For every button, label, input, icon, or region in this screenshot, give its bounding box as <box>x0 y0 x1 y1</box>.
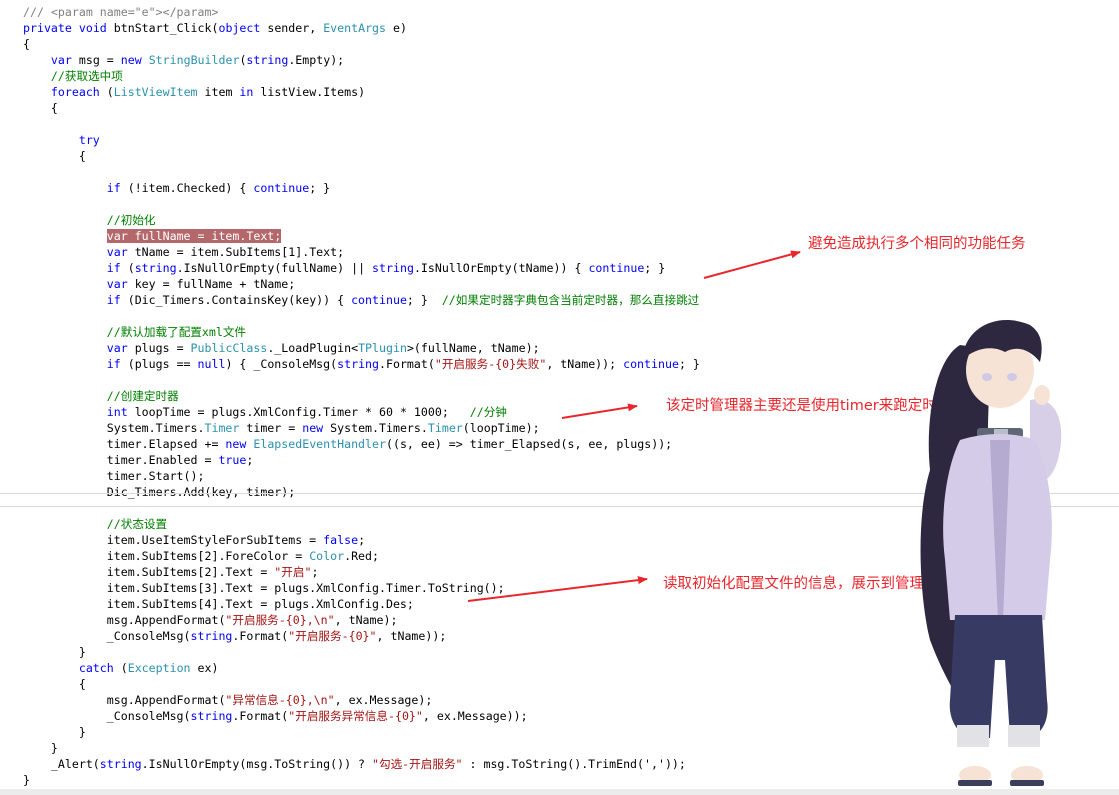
arrow-3 <box>467 576 648 602</box>
arrow-2 <box>561 403 638 419</box>
arrow-1 <box>703 250 801 279</box>
editor-scrollbar-track[interactable] <box>0 789 1119 795</box>
anime-character-illustration <box>920 320 1062 786</box>
annotation-arrows <box>467 250 1062 786</box>
